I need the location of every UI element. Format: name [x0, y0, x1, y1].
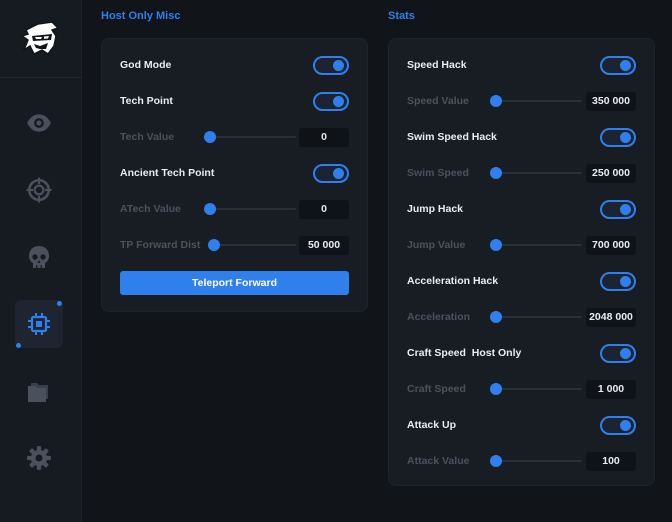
swim-speed-label: Swim Speed — [407, 167, 469, 179]
craft-speed-row: Craft Speed Host Only — [389, 343, 654, 363]
speed-hack-row: Speed Hack — [389, 55, 654, 75]
speed-value-label: Speed Value — [407, 95, 469, 107]
jump-hack-row: Jump Hack — [389, 199, 654, 219]
crosshair-icon — [26, 177, 52, 203]
speed-value-slider-thumb[interactable] — [490, 95, 502, 107]
stats-panel: Speed Hack Speed Value 350 000 Swim Spee… — [388, 38, 655, 486]
atech-value-row: ATech Value 0 — [102, 199, 367, 219]
eye-icon — [27, 114, 51, 132]
ancient-tech-point-row: Ancient Tech Point — [102, 163, 367, 183]
craft-speed-toggle[interactable] — [600, 343, 636, 363]
attack-value-slider-thumb[interactable] — [490, 455, 502, 467]
folder-icon — [28, 383, 48, 402]
atech-value-field[interactable]: 0 — [299, 199, 349, 219]
swim-speed-hack-label: Swim Speed Hack — [407, 131, 497, 143]
attack-up-toggle[interactable] — [600, 415, 636, 435]
atech-value-label: ATech Value — [120, 203, 181, 215]
tp-forward-dist-slider-thumb[interactable] — [208, 239, 221, 251]
speed-hack-label: Speed Hack — [407, 59, 467, 71]
nav-aimbot[interactable] — [15, 166, 63, 214]
jump-value-slider-thumb[interactable] — [490, 239, 502, 251]
tech-point-label: Tech Point — [120, 95, 173, 107]
jump-value-slider[interactable] — [490, 239, 582, 251]
section-title-host-only-misc: Host Only Misc — [101, 10, 181, 22]
nav-misc[interactable] — [15, 300, 63, 348]
speed-value-slider[interactable] — [490, 95, 582, 107]
chip-icon — [28, 313, 50, 335]
ancient-tech-point-label: Ancient Tech Point — [120, 167, 215, 179]
tp-forward-dist-field[interactable]: 50 000 — [299, 235, 349, 255]
tp-forward-dist-slider[interactable] — [208, 239, 296, 251]
acceleration-hack-toggle[interactable] — [600, 271, 636, 291]
nav-visuals[interactable] — [15, 99, 63, 147]
acceleration-slider[interactable] — [490, 311, 582, 323]
tp-forward-dist-row: TP Forward Dist 50 000 — [102, 235, 367, 255]
craft-speed-field[interactable]: 1 000 — [586, 379, 636, 399]
ninja-logo[interactable] — [0, 0, 82, 78]
active-indicator-dot — [57, 301, 62, 306]
swim-speed-slider-thumb[interactable] — [490, 167, 502, 179]
swim-speed-row: Swim Speed 250 000 — [389, 163, 654, 183]
atech-value-slider-thumb[interactable] — [204, 203, 216, 215]
god-mode-label: God Mode — [120, 59, 172, 71]
craft-speed-value-row: Craft Speed 1 000 — [389, 379, 654, 399]
gear-icon — [27, 446, 51, 470]
tech-value-field[interactable]: 0 — [299, 127, 349, 147]
speed-value-row: Speed Value 350 000 — [389, 91, 654, 111]
acceleration-slider-thumb[interactable] — [490, 311, 502, 323]
swim-speed-field[interactable]: 250 000 — [586, 163, 636, 183]
sidebar — [0, 0, 82, 522]
god-mode-row: God Mode — [102, 55, 367, 75]
nav-player[interactable] — [15, 234, 63, 282]
acceleration-hack-label: Acceleration Hack — [407, 275, 499, 287]
jump-value-row: Jump Value 700 000 — [389, 235, 654, 255]
nav-settings[interactable] — [15, 434, 63, 482]
atech-value-slider[interactable] — [204, 203, 296, 215]
acceleration-field[interactable]: 2048 000 — [586, 307, 636, 327]
swim-speed-slider[interactable] — [490, 167, 582, 179]
ancient-tech-point-toggle[interactable] — [313, 163, 349, 183]
tech-value-label: Tech Value — [120, 131, 175, 143]
tp-forward-dist-label: TP Forward Dist — [120, 239, 201, 251]
jump-hack-toggle[interactable] — [600, 199, 636, 219]
acceleration-label: Acceleration — [407, 311, 471, 323]
section-title-stats: Stats — [388, 10, 415, 22]
swim-speed-hack-toggle[interactable] — [600, 127, 636, 147]
tech-point-toggle[interactable] — [313, 91, 349, 111]
tech-point-row: Tech Point — [102, 91, 367, 111]
god-mode-toggle[interactable] — [313, 55, 349, 75]
skull-icon — [29, 246, 49, 268]
jump-hack-label: Jump Hack — [407, 203, 464, 215]
nav-files[interactable] — [15, 368, 63, 416]
host-only-misc-panel: God Mode Tech Point Tech Value 0 Ancient… — [101, 38, 368, 312]
speed-value-field[interactable]: 350 000 — [586, 91, 636, 111]
attack-value-field[interactable]: 100 — [586, 451, 636, 471]
swim-speed-hack-row: Swim Speed Hack — [389, 127, 654, 147]
teleport-forward-button[interactable]: Teleport Forward — [120, 271, 349, 295]
attack-up-label: Attack Up — [407, 419, 457, 431]
attack-up-row: Attack Up — [389, 415, 654, 435]
active-indicator-dot — [16, 343, 21, 348]
craft-speed-label: Craft Speed Host Only — [407, 347, 522, 359]
tech-value-slider[interactable] — [204, 131, 296, 143]
attack-value-row: Attack Value 100 — [389, 451, 654, 471]
jump-value-field[interactable]: 700 000 — [586, 235, 636, 255]
craft-speed-slider-thumb[interactable] — [490, 383, 502, 395]
attack-value-slider[interactable] — [490, 455, 582, 467]
craft-speed-value-label: Craft Speed — [407, 383, 466, 395]
craft-speed-slider[interactable] — [490, 383, 582, 395]
tech-value-slider-thumb[interactable] — [204, 131, 216, 143]
tech-value-row: Tech Value 0 — [102, 127, 367, 147]
jump-value-label: Jump Value — [407, 239, 466, 251]
acceleration-hack-row: Acceleration Hack — [389, 271, 654, 291]
speed-hack-toggle[interactable] — [600, 55, 636, 75]
attack-value-label: Attack Value — [407, 455, 470, 467]
acceleration-row: Acceleration 2048 000 — [389, 307, 654, 327]
